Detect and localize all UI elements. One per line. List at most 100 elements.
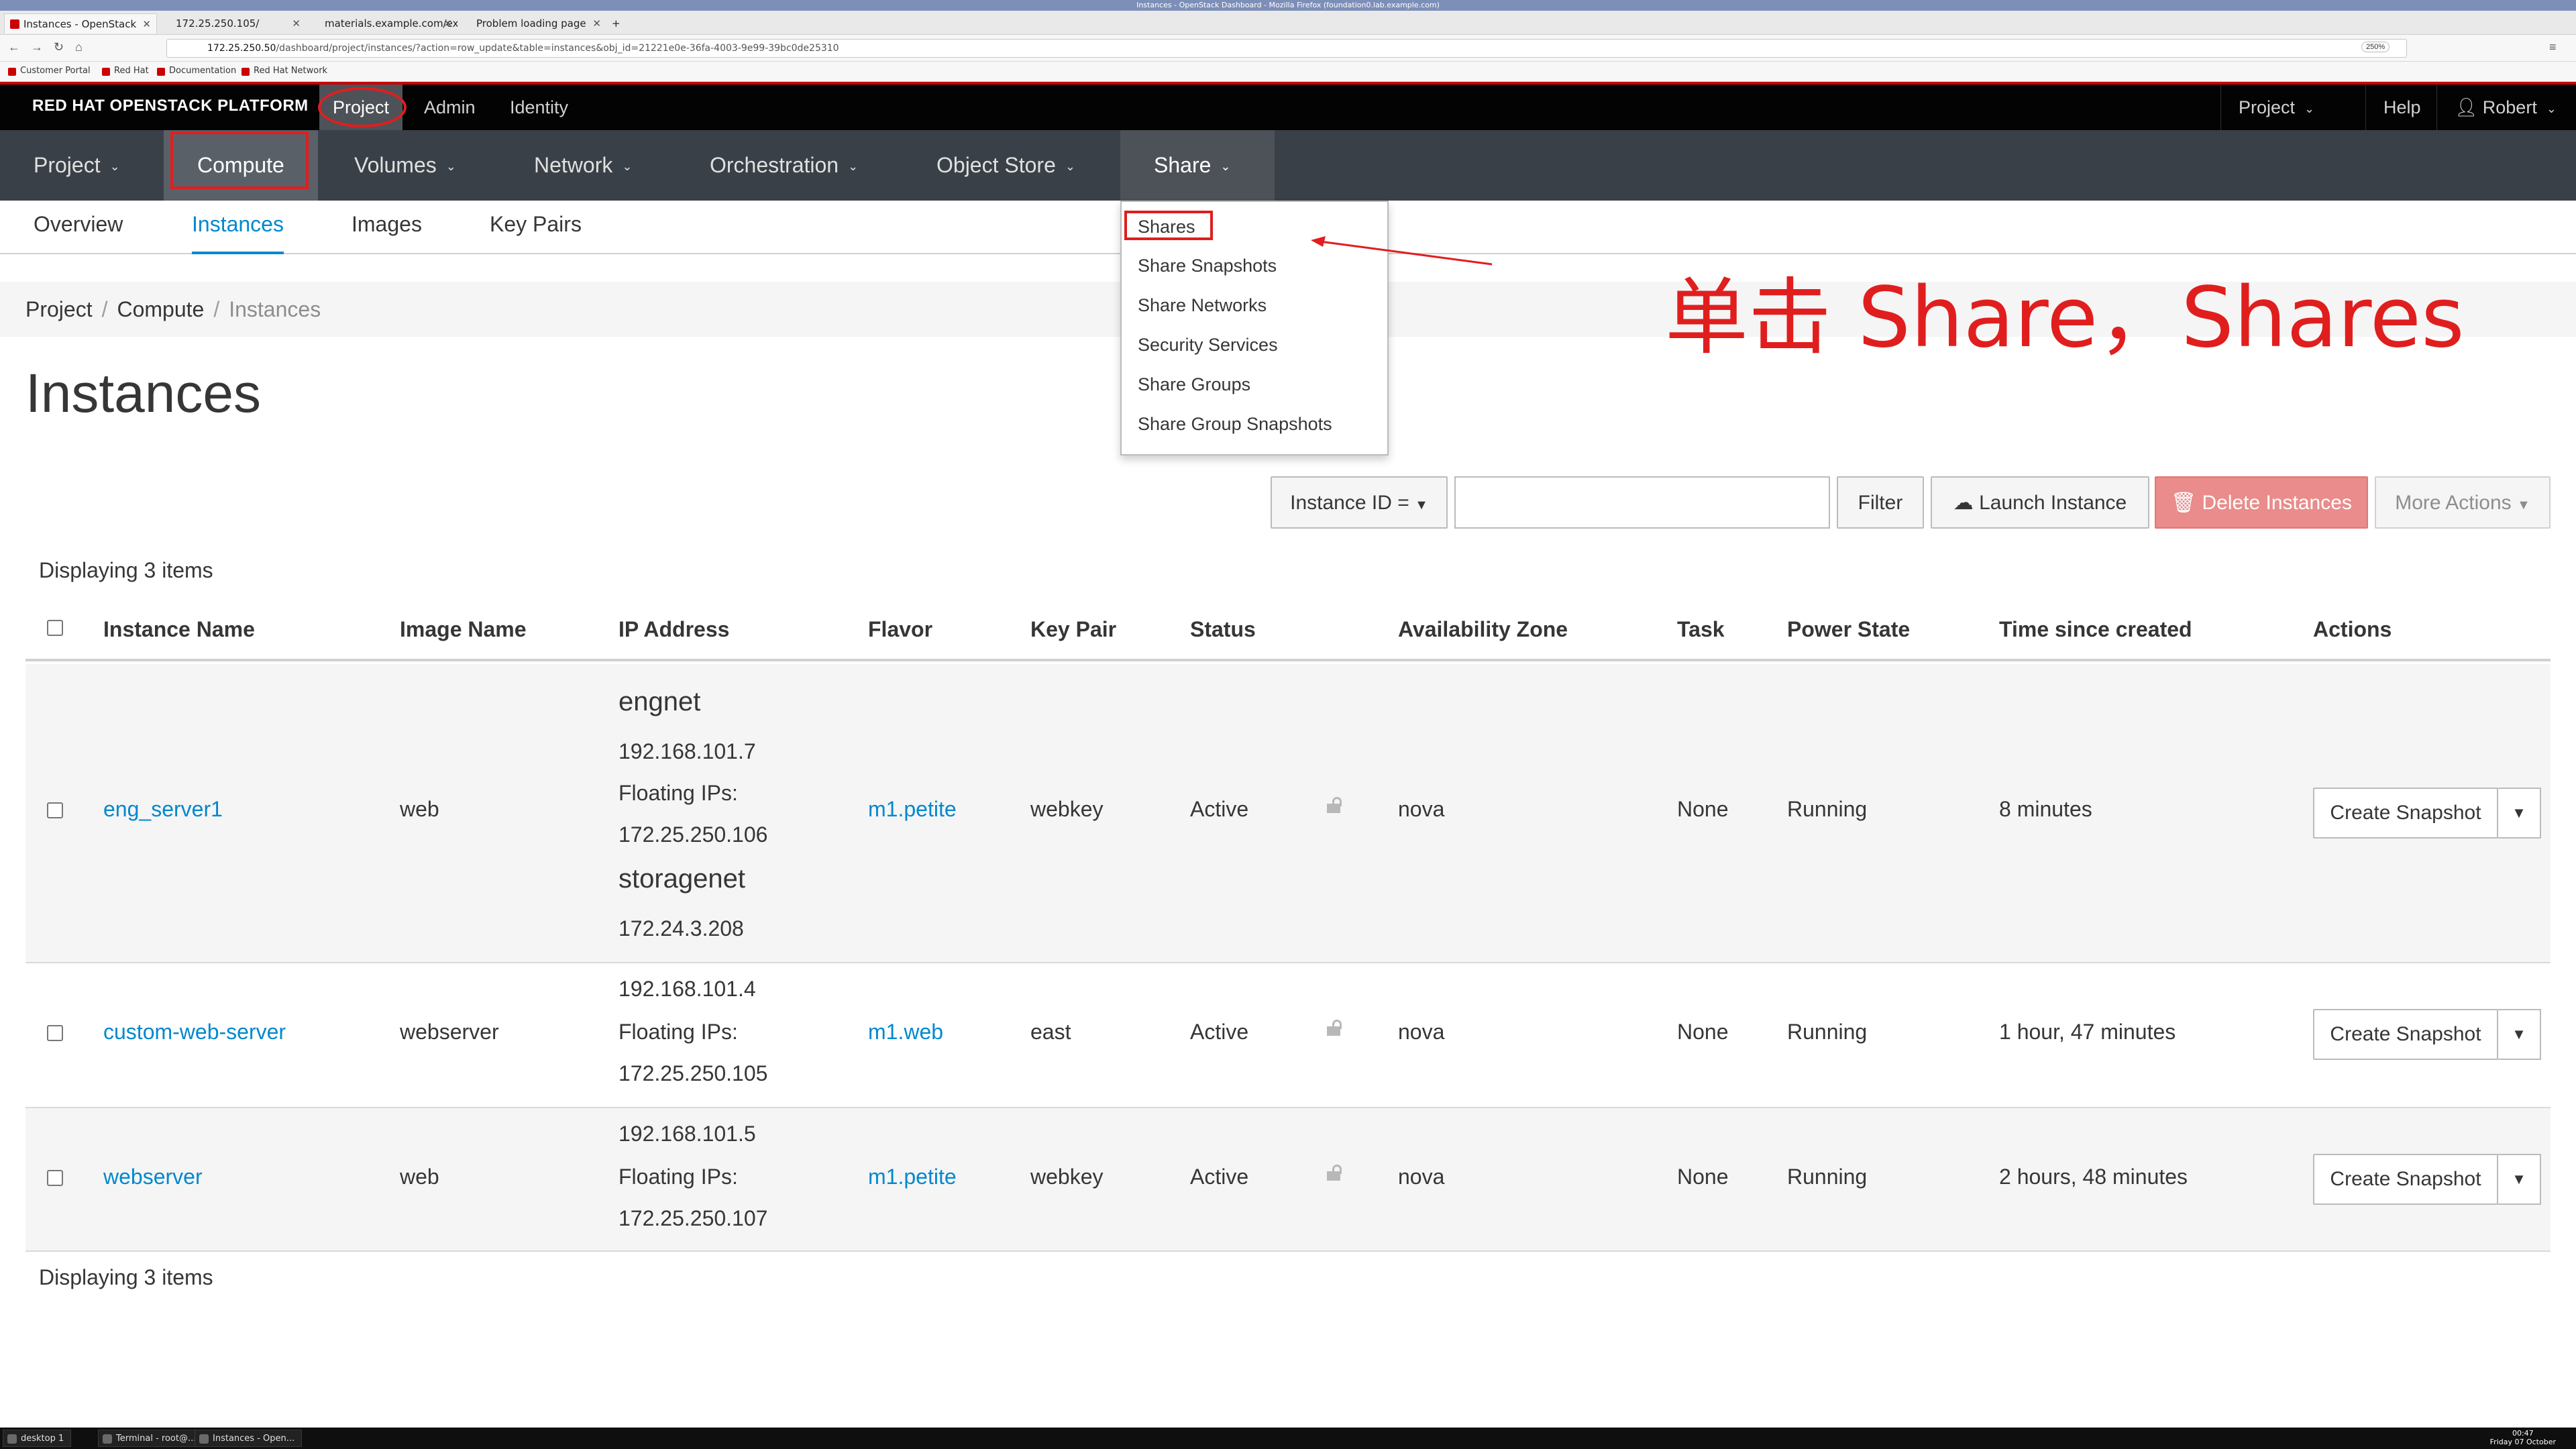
breadcrumb-compute[interactable]: Compute: [117, 297, 204, 321]
menu-icon[interactable]: ≡: [2549, 40, 2557, 54]
breadcrumb-project[interactable]: Project: [25, 297, 93, 321]
floating-ip-label: Floating IPs:: [619, 781, 738, 805]
secnav-project[interactable]: Project ⌄: [0, 130, 154, 201]
project-selector[interactable]: Project ⌄: [2220, 85, 2332, 130]
close-tab-icon[interactable]: ✕: [592, 13, 601, 34]
key-pair: webkey: [1030, 1165, 1104, 1189]
browser-tab-problem[interactable]: Problem loading page ✕: [458, 13, 606, 34]
url-bar[interactable]: 172.25.250.50/dashboard/project/instance…: [166, 39, 2407, 58]
taskbar-firefox[interactable]: Instances - Open...: [195, 1430, 303, 1447]
close-tab-icon[interactable]: ✕: [142, 14, 151, 34]
bookmark-documentation[interactable]: Documentation: [156, 66, 236, 76]
back-icon[interactable]: ←: [8, 40, 20, 54]
col-flavor[interactable]: Flavor: [868, 606, 932, 652]
col-key-pair[interactable]: Key Pair: [1030, 606, 1116, 652]
more-actions-button[interactable]: More Actions ▼: [2375, 476, 2551, 529]
flavor-link[interactable]: m1.web: [868, 1020, 943, 1044]
row-checkbox[interactable]: [47, 802, 63, 818]
col-time-since-created[interactable]: Time since created: [1999, 606, 2192, 652]
red-hat-favicon-icon: [10, 19, 19, 29]
ip-address: 192.168.101.5: [619, 1122, 756, 1146]
taskbar-desktop[interactable]: desktop 1: [3, 1430, 72, 1447]
breadcrumb-separator: /: [213, 297, 220, 321]
bookmark-red-hat-network[interactable]: Red Hat Network: [240, 66, 327, 76]
filter-input[interactable]: [1454, 476, 1830, 529]
project-selector-label: Project: [2239, 97, 2296, 117]
col-instance-name[interactable]: Instance Name: [103, 606, 255, 652]
launch-instance-button[interactable]: ☁︎ Launch Instance: [1931, 476, 2149, 529]
annotation-highlight-shares: [1124, 211, 1213, 240]
row-checkbox[interactable]: [47, 1170, 63, 1186]
annotation-arrow: [1311, 236, 1493, 266]
forward-icon[interactable]: →: [31, 40, 43, 54]
new-tab-button[interactable]: +: [608, 13, 625, 34]
secnav-object-store[interactable]: Object Store ⌄: [903, 130, 1109, 201]
menu-item-share-networks[interactable]: Share Networks: [1138, 295, 1267, 316]
home-icon[interactable]: ⌂: [75, 40, 83, 54]
caret-down-icon[interactable]: ▼: [2498, 788, 2541, 839]
col-availability-zone[interactable]: Availability Zone: [1398, 606, 1568, 652]
create-snapshot-button[interactable]: Create Snapshot: [2313, 1009, 2498, 1060]
caret-down-icon[interactable]: ▼: [2498, 1009, 2541, 1060]
secnav-share[interactable]: Share ⌄: [1120, 130, 1275, 201]
user-menu[interactable]: 👤︎ Robert ⌄: [2436, 85, 2574, 130]
flavor-link[interactable]: m1.petite: [868, 797, 957, 822]
filter-button[interactable]: Filter: [1837, 476, 1924, 529]
menu-item-share-groups[interactable]: Share Groups: [1138, 374, 1250, 395]
menu-item-security-services[interactable]: Security Services: [1138, 335, 1278, 356]
time-since-created: 2 hours, 48 minutes: [1999, 1165, 2188, 1189]
nav-identity[interactable]: Identity: [496, 85, 582, 130]
delete-instances-button[interactable]: 🗑︎ Delete Instances: [2155, 476, 2368, 529]
create-snapshot-button[interactable]: Create Snapshot: [2313, 1154, 2498, 1205]
close-tab-icon[interactable]: ✕: [443, 13, 452, 34]
close-tab-icon[interactable]: ✕: [292, 13, 301, 34]
zoom-indicator[interactable]: 250%: [2361, 42, 2390, 52]
clock: 00:47 Friday 07 October: [2490, 1429, 2556, 1446]
col-power-state[interactable]: Power State: [1787, 606, 1910, 652]
col-status[interactable]: Status: [1190, 606, 1256, 652]
unlocked-icon: [1327, 1020, 1343, 1036]
chevron-down-icon: ⌄: [848, 160, 859, 174]
caret-down-icon[interactable]: ▼: [2498, 1154, 2541, 1205]
browser-tab-ip[interactable]: 172.25.250.105/ ✕: [157, 13, 306, 34]
user-name: Robert: [2482, 97, 2537, 117]
more-actions-label: More Actions: [2395, 492, 2512, 514]
secnav-label: Network: [534, 153, 613, 177]
taskbar-terminal[interactable]: Terminal - root@...: [98, 1430, 204, 1447]
reload-icon[interactable]: ↻: [54, 40, 64, 54]
col-task[interactable]: Task: [1677, 606, 1725, 652]
chevron-down-icon: ⌄: [445, 160, 456, 174]
annotation-highlight-compute: [170, 131, 309, 189]
user-icon: 👤︎: [2455, 97, 2483, 117]
bookmark-red-hat[interactable]: Red Hat: [101, 66, 149, 76]
table-row: webserver web 192.168.101.5 Floating IPs…: [25, 1108, 2551, 1252]
help-link[interactable]: Help: [2365, 85, 2438, 130]
col-actions: Actions: [2313, 617, 2392, 641]
instance-name-link[interactable]: eng_server1: [103, 797, 223, 822]
menu-item-share-group-snapshots[interactable]: Share Group Snapshots: [1138, 414, 1332, 435]
tab-key-pairs[interactable]: Key Pairs: [490, 201, 582, 254]
instance-name-link[interactable]: custom-web-server: [103, 1020, 286, 1044]
create-snapshot-button[interactable]: Create Snapshot: [2313, 788, 2498, 839]
nav-admin[interactable]: Admin: [411, 85, 489, 130]
tab-overview[interactable]: Overview: [34, 201, 123, 254]
filter-field-select[interactable]: Instance ID = ▼: [1271, 476, 1448, 529]
bookmark-customer-portal[interactable]: Customer Portal: [7, 66, 91, 76]
secnav-label: Project: [34, 153, 101, 177]
col-image-name[interactable]: Image Name: [400, 606, 527, 652]
time-since-created: 8 minutes: [1999, 797, 2092, 821]
secnav-network[interactable]: Network ⌄: [500, 130, 665, 201]
browser-tab-instances[interactable]: Instances - OpenStack ✕: [4, 13, 157, 34]
col-ip-address[interactable]: IP Address: [619, 606, 729, 652]
flavor-link[interactable]: m1.petite: [868, 1165, 957, 1189]
browser-tab-materials[interactable]: materials.example.com/ex ✕: [306, 13, 458, 34]
secnav-orchestration[interactable]: Orchestration ⌄: [676, 130, 892, 201]
menu-item-share-snapshots[interactable]: Share Snapshots: [1138, 256, 1277, 276]
caret-down-icon: ▼: [1415, 498, 1428, 513]
row-checkbox[interactable]: [47, 1025, 63, 1041]
select-all-checkbox[interactable]: [47, 620, 63, 636]
secnav-volumes[interactable]: Volumes ⌄: [321, 130, 490, 201]
instance-name-link[interactable]: webserver: [103, 1165, 203, 1189]
tab-images[interactable]: Images: [352, 201, 422, 254]
tab-instances[interactable]: Instances: [192, 201, 284, 254]
